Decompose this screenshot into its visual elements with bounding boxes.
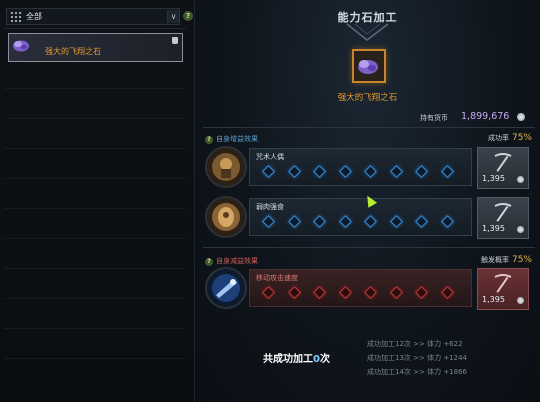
gem-slot (262, 286, 275, 299)
engrave-bar: 弱肉强食 (249, 198, 472, 236)
help-icon[interactable]: ? (205, 136, 213, 144)
gem-slot (440, 215, 454, 228)
gem-slots (262, 286, 454, 299)
currency-label: 持有货币 (420, 114, 448, 122)
gem-slot (338, 215, 352, 228)
engrave-row-3: 移动攻击速度 (205, 267, 473, 309)
gem-slot (313, 165, 326, 178)
skill-icon (205, 196, 247, 238)
currency-value: 1,899,676 (461, 111, 510, 122)
success-rate: 成功率 75% (487, 133, 532, 143)
coin-icon (517, 226, 524, 233)
ornament-decoration (346, 23, 389, 41)
item-list-panel: 全部 ∨ ? 强大的飞翔之石 (0, 0, 195, 402)
gem-slot (287, 165, 301, 178)
gem-slot (338, 165, 352, 178)
gem-slot (338, 286, 352, 299)
skill-icon (205, 146, 247, 188)
section-heading-debuff: ? 自身减益效果 (205, 256, 258, 266)
gem-slot (389, 286, 403, 299)
gem-slot (364, 215, 377, 228)
gem-slot (262, 215, 275, 228)
gem-slot (415, 165, 428, 178)
gem-slot (440, 286, 454, 299)
stone-icon (358, 60, 378, 74)
divider (4, 28, 186, 29)
coin-icon (517, 297, 524, 304)
gem-slot (313, 215, 326, 228)
list-divider (4, 298, 186, 299)
divider (203, 247, 535, 248)
pickaxe-icon (494, 153, 512, 172)
list-divider (4, 148, 186, 149)
engrave-button-3[interactable]: 1,395 (477, 268, 529, 310)
divider (203, 127, 535, 128)
gem-slot (415, 286, 428, 299)
list-divider (4, 88, 186, 89)
engrave-row-2: 弱肉强食 (205, 196, 473, 238)
gem-slot (389, 215, 403, 228)
list-item-stone[interactable]: 强大的飞翔之石 (8, 33, 183, 62)
gem-slots (262, 215, 454, 228)
chevron-down-icon[interactable]: ∨ (167, 10, 179, 23)
gem-slot (287, 286, 301, 299)
list-divider (4, 268, 186, 269)
engrave-cost: 1,395 (482, 224, 505, 233)
help-icon[interactable]: ? (183, 11, 193, 21)
summary-panel: 共成功加工0次 成功加工12次 >> 体力 +622 成功加工13次 >> 体力… (215, 322, 535, 402)
list-divider (4, 238, 186, 239)
help-icon[interactable]: ? (205, 258, 213, 266)
gem-slots (262, 165, 454, 178)
pickaxe-icon (494, 274, 512, 293)
engrave-bar: 咒术人偶 (249, 148, 472, 186)
list-divider (4, 178, 186, 179)
skill-icon (205, 267, 247, 309)
trigger-rate: 触发概率 75% (480, 255, 532, 265)
list-divider (4, 358, 186, 359)
bag-icon (172, 37, 178, 44)
coin-icon (517, 176, 524, 183)
list-item-label: 强大的飞翔之石 (45, 47, 101, 56)
bonus-line: 成功加工13次 >> 体力 +1244 (367, 354, 467, 362)
gem-slot (287, 215, 301, 228)
engrave-name: 弱肉强食 (256, 203, 284, 211)
engrave-row-1: 咒术人偶 (205, 146, 473, 188)
selected-stone-slot[interactable] (352, 49, 386, 83)
filter-selected-value: 全部 (26, 12, 42, 21)
stone-icon (13, 40, 29, 52)
selected-stone-name: 强大的飞翔之石 (337, 93, 398, 103)
gem-slot (364, 286, 377, 299)
engrave-name: 移动攻击速度 (256, 274, 298, 282)
list-divider (4, 118, 186, 119)
list-divider (4, 208, 186, 209)
gem-slot (389, 165, 403, 178)
total-success-count: 共成功加工0次 (263, 354, 330, 365)
gem-slot (415, 215, 428, 228)
engrave-button-1[interactable]: 1,395 (477, 147, 529, 189)
gem-slot (440, 165, 454, 178)
engrave-bar: 移动攻击速度 (249, 269, 472, 307)
section-heading-buff: ? 自身增益效果 (205, 134, 258, 144)
engrave-name: 咒术人偶 (256, 153, 284, 161)
engrave-button-2[interactable]: 1,395 (477, 197, 529, 239)
gem-slot (364, 165, 377, 178)
grid-icon (11, 11, 21, 22)
engrave-cost: 1,395 (482, 295, 505, 304)
engrave-cost: 1,395 (482, 174, 505, 183)
gem-slot (262, 165, 275, 178)
gem-slot (313, 286, 326, 299)
pickaxe-icon (494, 203, 512, 222)
coin-icon (517, 113, 525, 121)
category-filter-dropdown[interactable]: 全部 ∨ (6, 8, 180, 25)
list-divider (4, 328, 186, 329)
bonus-line: 成功加工12次 >> 体力 +622 (367, 340, 463, 348)
bonus-line: 成功加工14次 >> 体力 +1866 (367, 368, 467, 376)
